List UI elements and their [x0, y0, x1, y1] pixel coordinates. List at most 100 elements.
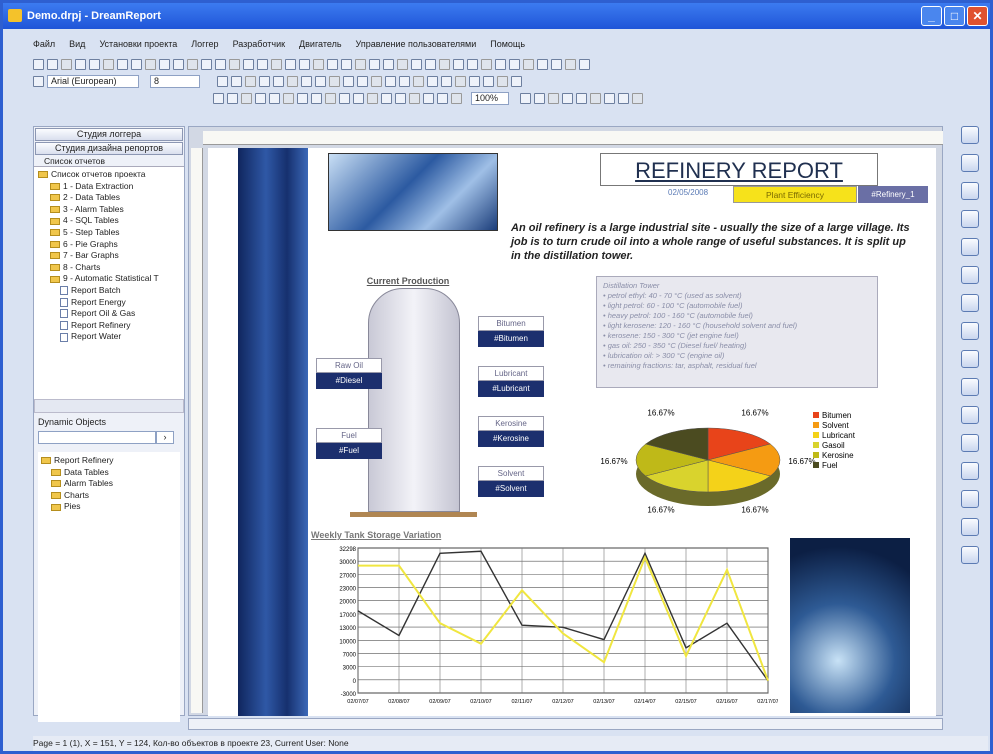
zoom-tool-icon[interactable]	[604, 92, 615, 104]
report-design-studio-button[interactable]: Студия дизайна репортов	[35, 142, 183, 155]
format-button-icon[interactable]	[273, 75, 284, 87]
palette-tool-icon[interactable]	[961, 518, 979, 536]
toolbar-button-icon[interactable]	[425, 58, 436, 70]
format-button-icon[interactable]	[315, 75, 326, 87]
draw-tool-icon[interactable]	[283, 92, 294, 104]
format-button-icon[interactable]	[385, 75, 396, 87]
palette-tool-icon[interactable]	[961, 462, 979, 480]
toolbar-button-icon[interactable]	[341, 58, 352, 70]
dynamic-tree-item[interactable]: Pies	[41, 501, 177, 513]
tree-item[interactable]: 1 - Data Extraction	[38, 181, 180, 193]
draw-tool-icon[interactable]	[227, 92, 238, 104]
toolbar-button-icon[interactable]	[75, 58, 86, 70]
toolbar-button-icon[interactable]	[215, 58, 226, 70]
draw-tool-icon[interactable]	[451, 92, 462, 104]
logger-studio-button[interactable]: Студия логгера	[35, 128, 183, 141]
toolbar-button-icon[interactable]	[313, 58, 324, 70]
tree-scrollbar[interactable]	[34, 399, 184, 413]
draw-tool-icon[interactable]	[339, 92, 350, 104]
draw-tool-icon[interactable]	[395, 92, 406, 104]
draw-tool-icon[interactable]	[297, 92, 308, 104]
toolbar-button-icon[interactable]	[117, 58, 128, 70]
zoom-tool-icon[interactable]	[618, 92, 629, 104]
palette-tool-icon[interactable]	[961, 546, 979, 564]
zoom-tool-icon[interactable]	[520, 92, 531, 104]
palette-tool-icon[interactable]	[961, 378, 979, 396]
horizontal-scrollbar[interactable]	[188, 718, 943, 730]
menu-item[interactable]: Разработчик	[233, 39, 285, 55]
zoom-tool-icon[interactable]	[632, 92, 643, 104]
draw-tool-icon[interactable]	[311, 92, 322, 104]
zoom-tool-icon[interactable]	[548, 92, 559, 104]
close-button[interactable]: ✕	[967, 6, 988, 26]
format-button-icon[interactable]	[469, 75, 480, 87]
format-button-icon[interactable]	[455, 75, 466, 87]
toolbar-button-icon[interactable]	[271, 58, 282, 70]
font-select[interactable]: Arial (European)	[47, 74, 139, 88]
menu-item[interactable]: Установки проекта	[99, 39, 177, 55]
palette-tool-icon[interactable]	[961, 322, 979, 340]
tree-item[interactable]: Report Water	[38, 331, 180, 343]
draw-tool-icon[interactable]	[325, 92, 336, 104]
format-button-icon[interactable]	[483, 75, 494, 87]
toolbar-button-icon[interactable]	[453, 58, 464, 70]
tree-item[interactable]: 9 - Automatic Statistical T	[38, 273, 180, 285]
tree-item[interactable]: 3 - Alarm Tables	[38, 204, 180, 216]
menu-item[interactable]: Вид	[69, 39, 85, 55]
menu-item[interactable]: Помощь	[490, 39, 525, 55]
format-button-icon[interactable]	[413, 75, 424, 87]
format-button-icon[interactable]	[441, 75, 452, 87]
dynamic-tree-item[interactable]: Data Tables	[41, 467, 177, 479]
draw-tool-icon[interactable]	[409, 92, 420, 104]
palette-tool-icon[interactable]	[961, 490, 979, 508]
toolbar-button-icon[interactable]	[89, 58, 100, 70]
palette-tool-icon[interactable]	[961, 406, 979, 424]
tree-item[interactable]: Report Refinery	[38, 320, 180, 332]
format-button-icon[interactable]	[329, 75, 340, 87]
draw-tool-icon[interactable]	[213, 92, 224, 104]
tree-item[interactable]: Report Energy	[38, 297, 180, 309]
toolbar-button-icon[interactable]	[467, 58, 478, 70]
toolbar-button-icon[interactable]	[285, 58, 296, 70]
draw-tool-icon[interactable]	[269, 92, 280, 104]
format-button-icon[interactable]	[427, 75, 438, 87]
toolbar-button-icon[interactable]	[579, 58, 590, 70]
format-button-icon[interactable]	[217, 75, 228, 87]
dynamic-objects-select[interactable]	[38, 431, 156, 444]
dynamic-tree-item[interactable]: Charts	[41, 490, 177, 502]
format-button-icon[interactable]	[497, 75, 508, 87]
toolbar-button-icon[interactable]	[537, 58, 548, 70]
draw-tool-icon[interactable]	[241, 92, 252, 104]
format-button-icon[interactable]	[371, 75, 382, 87]
toolbar-button-icon[interactable]	[565, 58, 576, 70]
toolbar-button-icon[interactable]	[187, 58, 198, 70]
format-button-icon[interactable]	[343, 75, 354, 87]
format-button-icon[interactable]	[301, 75, 312, 87]
zoom-tool-icon[interactable]	[576, 92, 587, 104]
format-button-icon[interactable]	[357, 75, 368, 87]
toolbar-button-icon[interactable]	[509, 58, 520, 70]
palette-tool-icon[interactable]	[961, 294, 979, 312]
toolbar-button-icon[interactable]	[145, 58, 156, 70]
draw-tool-icon[interactable]	[423, 92, 434, 104]
format-button-icon[interactable]	[245, 75, 256, 87]
toolbar-button-icon[interactable]	[33, 58, 44, 70]
dynamic-objects-go-button[interactable]: ›	[156, 431, 174, 444]
toolbar-button-icon[interactable]	[439, 58, 450, 70]
toolbar-button-icon[interactable]	[159, 58, 170, 70]
tree-item[interactable]: Report Batch	[38, 285, 180, 297]
toolbar-button-icon[interactable]	[355, 58, 366, 70]
toolbar-button-icon[interactable]	[257, 58, 268, 70]
format-button-icon[interactable]	[399, 75, 410, 87]
toolbar-button-icon[interactable]	[103, 58, 114, 70]
menu-item[interactable]: Двигатель	[299, 39, 341, 55]
tree-item[interactable]: 8 - Charts	[38, 262, 180, 274]
toolbar-button-icon[interactable]	[551, 58, 562, 70]
tree-item[interactable]: 2 - Data Tables	[38, 192, 180, 204]
format-button-icon[interactable]	[231, 75, 242, 87]
tree-item[interactable]: 5 - Step Tables	[38, 227, 180, 239]
palette-tool-icon[interactable]	[961, 266, 979, 284]
toolbar-button-icon[interactable]	[383, 58, 394, 70]
tree-item[interactable]: 4 - SQL Tables	[38, 215, 180, 227]
toolbar-button-icon[interactable]	[327, 58, 338, 70]
